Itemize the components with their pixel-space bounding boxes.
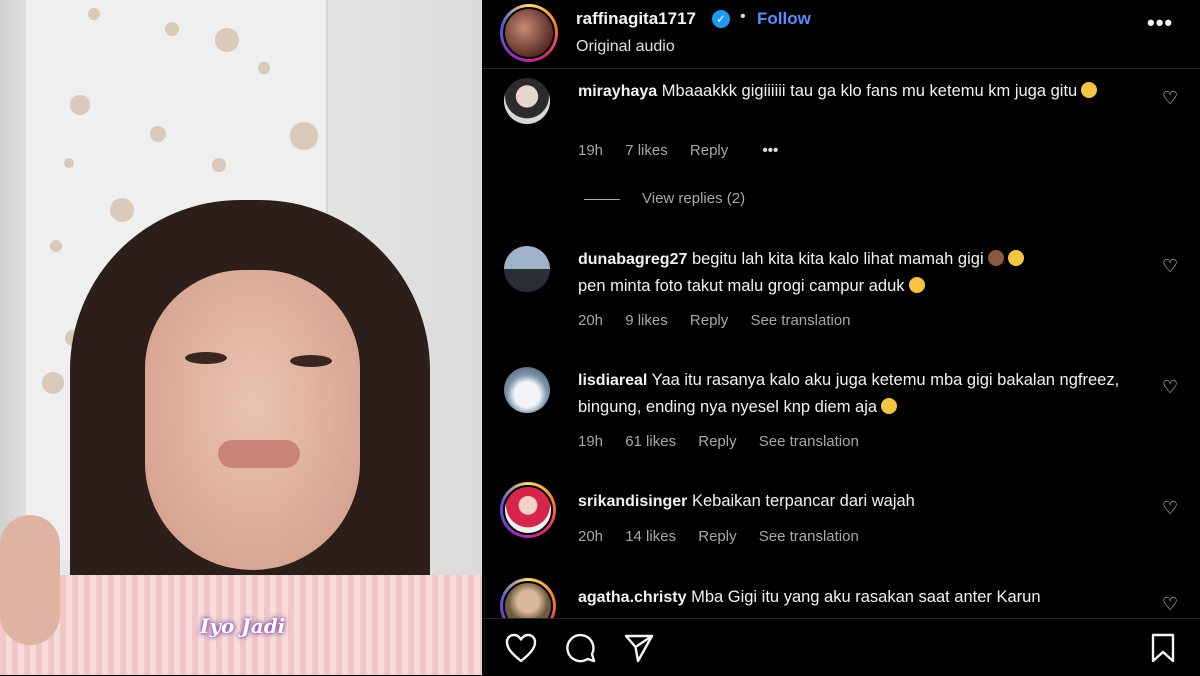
see-translation-link[interactable]: See translation [759, 433, 859, 450]
person-lips [218, 440, 300, 468]
commenter-username[interactable]: mirayhaya [578, 83, 657, 100]
wall-dot [50, 240, 62, 252]
action-bar [482, 618, 1200, 676]
wall-dot [42, 372, 64, 394]
wall-dot [150, 126, 166, 142]
comment-meta: 19h 61 likes Reply See translation [578, 433, 877, 450]
comment-likes[interactable]: 61 likes [625, 433, 676, 450]
share-send-icon[interactable] [622, 631, 656, 665]
person-eye [185, 352, 227, 364]
wall-dot [165, 22, 179, 36]
commenter-avatar[interactable] [504, 367, 550, 413]
comment-body: mirayhaya Mbaaakkk gigiiiiii tau ga klo … [578, 78, 1148, 105]
comment-options-icon[interactable]: ••• [762, 142, 778, 159]
person-eye [290, 355, 332, 367]
author-avatar[interactable] [500, 4, 558, 62]
wall-dot [212, 158, 226, 172]
reply-button[interactable]: Reply [698, 528, 736, 545]
comment-meta: 20h 9 likes Reply See translation [578, 312, 869, 329]
person-hand [0, 515, 60, 645]
laughing-emoji-icon [881, 398, 898, 414]
comment-meta: 19h 7 likes Reply ••• [578, 142, 796, 159]
comment-text-line-2: pen minta foto takut malu grogi campur a… [578, 277, 905, 295]
wall-dot [110, 198, 134, 222]
comment-text: Kebaikan terpancar dari wajah [691, 492, 915, 510]
like-heart-icon[interactable]: ♡ [1162, 498, 1178, 519]
wall-dot [290, 122, 318, 150]
reply-button[interactable]: Reply [690, 312, 728, 329]
avatar-image [503, 7, 555, 59]
post-video[interactable]: Iyo Jadi [0, 0, 482, 675]
wall-dot [64, 158, 74, 168]
author-username[interactable]: raffinagita1717 [576, 9, 696, 29]
verified-badge-icon: ✓ [712, 10, 730, 28]
reply-button[interactable]: Reply [698, 433, 736, 450]
commenter-avatar[interactable] [504, 246, 550, 292]
laughing-emoji-icon [1081, 82, 1098, 98]
reply-button[interactable]: Reply [690, 142, 728, 159]
commenter-avatar[interactable] [504, 78, 550, 124]
save-bookmark-icon[interactable] [1146, 631, 1180, 665]
view-replies-button[interactable]: View replies (2) [584, 190, 745, 207]
comment-time: 20h [578, 528, 604, 545]
commenter-username[interactable]: dunabagreg27 [578, 251, 687, 268]
video-caption: Iyo Jadi [200, 614, 286, 638]
rolling-laughing-emoji-icon [1007, 250, 1024, 266]
commenter-username[interactable]: agatha.christy [578, 589, 686, 606]
see-translation-link[interactable]: See translation [759, 528, 859, 545]
avatar-image [503, 581, 553, 618]
comment-bubble-icon[interactable] [564, 631, 598, 665]
comment-likes[interactable]: 14 likes [625, 528, 676, 545]
comment-body: lisdiareal Yaa itu rasanya kalo aku juga… [578, 367, 1148, 420]
comment-time: 20h [578, 312, 604, 329]
comment-body: srikandisinger Kebaikan terpancar dari w… [578, 488, 1148, 515]
comment-time: 19h [578, 433, 604, 450]
replies-line [584, 198, 620, 200]
wall-dot [215, 28, 239, 52]
commenter-username[interactable]: lisdiareal [578, 372, 647, 389]
commenter-avatar[interactable] [500, 482, 556, 538]
comment-meta: 20h 14 likes Reply See translation [578, 528, 877, 545]
comment-time: 19h [578, 142, 604, 159]
comment-text: Mbaaakkk gigiiiiii tau ga klo fans mu ke… [661, 82, 1078, 100]
comment-text: Mba Gigi itu yang aku rasakan saat anter… [691, 588, 1041, 606]
see-no-evil-monkey-emoji-icon [987, 250, 1004, 266]
comment-text: Yaa itu rasanya kalo aku juga ketemu mba… [578, 371, 1120, 416]
commenter-username[interactable]: srikandisinger [578, 493, 687, 510]
wall-dot [88, 8, 100, 20]
like-heart-icon[interactable]: ♡ [1162, 377, 1178, 398]
wall-dot [70, 95, 90, 115]
see-translation-link[interactable]: See translation [750, 312, 850, 329]
comment-text: begitu lah kita kita kalo lihat mamah gi… [691, 250, 984, 268]
separator-dot: • [740, 8, 746, 25]
view-replies-label: View replies (2) [642, 190, 746, 207]
comment-likes[interactable]: 9 likes [625, 312, 668, 329]
commenter-avatar[interactable] [500, 578, 556, 618]
like-heart-icon[interactable]: ♡ [1162, 594, 1178, 615]
wall-dot [258, 62, 270, 74]
comment-likes[interactable]: 7 likes [625, 142, 668, 159]
avatar-image [503, 485, 553, 535]
audio-link[interactable]: Original audio [576, 38, 675, 56]
like-heart-icon[interactable] [504, 631, 538, 665]
like-heart-icon[interactable]: ♡ [1162, 256, 1178, 277]
comment-item: agatha.christy Mba Gigi itu yang aku ras… [482, 578, 1200, 618]
person-face [145, 270, 360, 570]
more-options-icon[interactable]: ••• [1147, 10, 1173, 36]
like-heart-icon[interactable]: ♡ [1162, 88, 1178, 109]
post-header: raffinagita1717 ✓ • Follow Original audi… [482, 0, 1200, 69]
comment-body: dunabagreg27 begitu lah kita kita kalo l… [578, 246, 1148, 299]
comments-panel: raffinagita1717 ✓ • Follow Original audi… [482, 0, 1200, 676]
comment-body: agatha.christy Mba Gigi itu yang aku ras… [578, 584, 1148, 611]
grinning-emoji-icon [908, 277, 925, 293]
follow-button[interactable]: Follow [757, 9, 811, 29]
